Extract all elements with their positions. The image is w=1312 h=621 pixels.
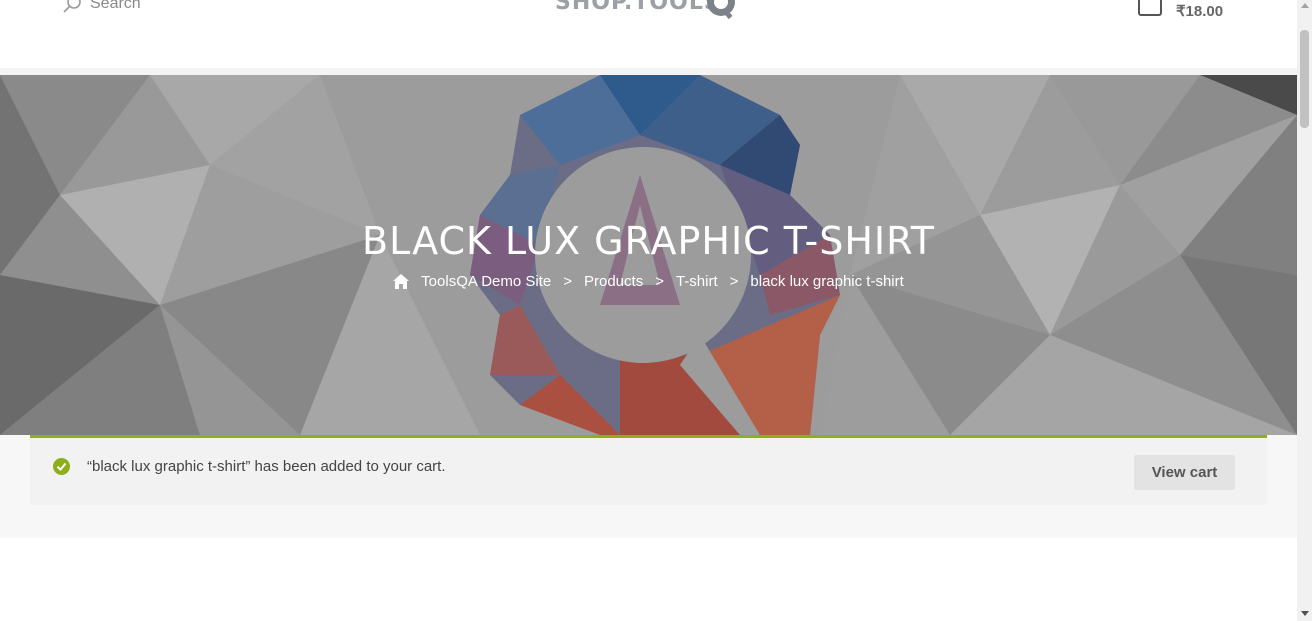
notices-area: “black lux graphic t-shirt” has been add…	[0, 435, 1297, 538]
search-placeholder[interactable]: Search	[90, 0, 141, 13]
notice-message: “black lux graphic t-shirt” has been add…	[87, 458, 446, 475]
breadcrumb-current: black lux graphic t-shirt	[750, 273, 904, 290]
scrollbar-thumb[interactable]	[1300, 30, 1309, 128]
breadcrumb-products-link[interactable]: Products	[584, 273, 643, 290]
page-hero-banner: BLACK LUX GRAPHIC T-SHIRT ToolsQA Demo S…	[0, 75, 1297, 435]
check-circle-icon	[53, 458, 70, 475]
site-logo[interactable]: SHOP.TOOLS	[555, 0, 745, 26]
view-cart-button[interactable]: View cart	[1134, 455, 1235, 490]
gear-icon	[707, 0, 735, 20]
header-cart[interactable]: ₹18.00	[1138, 0, 1223, 20]
breadcrumb: ToolsQA Demo Site > Products > T-shirt >…	[0, 273, 1297, 290]
logo-text: SHOP.TOOLS	[555, 0, 721, 15]
scroll-down-arrow-icon[interactable]	[1301, 611, 1309, 616]
site-header: Search SHOP.TOOLS ₹18.00	[0, 0, 1297, 68]
breadcrumb-home[interactable]	[393, 274, 410, 289]
breadcrumb-separator: >	[729, 273, 739, 290]
cart-icon[interactable]	[1138, 0, 1162, 16]
page-scrollbar[interactable]	[1297, 0, 1312, 621]
breadcrumb-separator: >	[563, 273, 572, 290]
page-title: BLACK LUX GRAPHIC T-SHIRT	[362, 219, 935, 263]
breadcrumb-home-link[interactable]: ToolsQA Demo Site	[421, 273, 551, 290]
cart-total[interactable]: ₹18.00	[1176, 2, 1223, 20]
search-icon[interactable]	[62, 0, 82, 14]
cart-added-notice: “black lux graphic t-shirt” has been add…	[30, 435, 1267, 505]
home-icon[interactable]	[393, 274, 410, 289]
breadcrumb-separator: >	[655, 273, 664, 290]
search-bar[interactable]: Search	[62, 0, 141, 14]
breadcrumb-tshirt-link[interactable]: T-shirt	[676, 273, 718, 290]
header-divider	[0, 68, 1297, 75]
scroll-up-arrow-icon[interactable]	[1301, 3, 1309, 8]
